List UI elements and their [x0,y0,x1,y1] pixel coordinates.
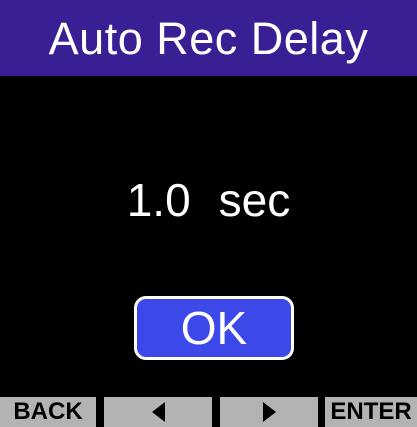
enter-softkey-label: ENTER [330,398,412,425]
back-softkey-label: BACK [13,398,83,425]
left-arrow-icon [151,402,165,422]
device-screen: Auto Rec Delay 1.0 sec OK BACK ENTER [0,0,417,427]
enter-softkey[interactable]: ENTER [325,397,417,427]
delay-value: 1.0 [126,174,191,226]
ok-button[interactable]: OK [134,296,294,360]
page-title: Auto Rec Delay [48,12,369,64]
delay-unit: sec [218,174,291,226]
right-arrow-icon [262,402,276,422]
ok-button-label: OK [180,302,248,354]
left-softkey[interactable] [104,397,212,427]
delay-value-display: 1.0 sec [0,170,417,230]
right-softkey[interactable] [220,397,318,427]
back-softkey[interactable]: BACK [0,397,96,427]
softkey-bar: BACK ENTER [0,397,417,427]
title-bar: Auto Rec Delay [0,0,417,76]
